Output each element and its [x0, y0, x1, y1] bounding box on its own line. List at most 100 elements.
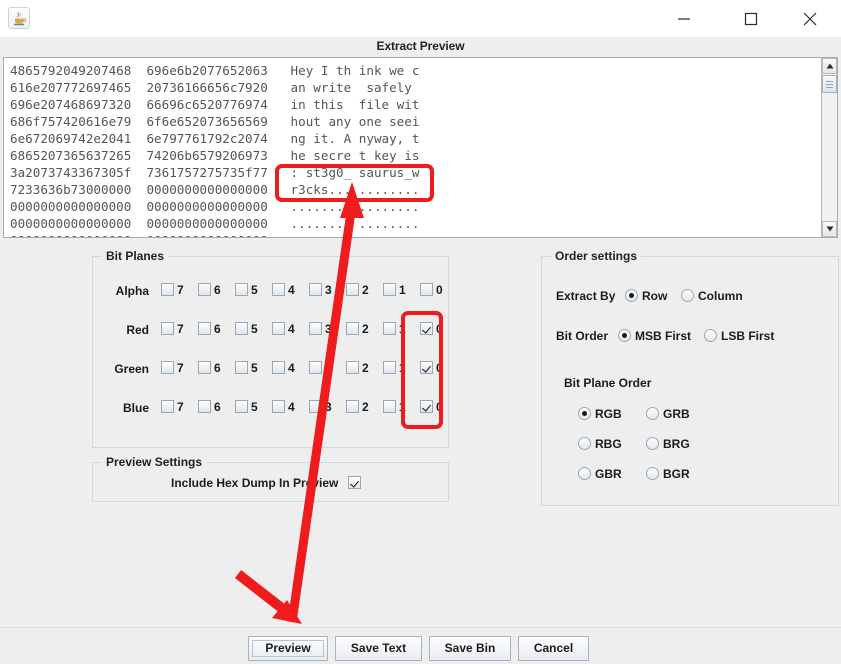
maximize-button[interactable]	[728, 0, 774, 37]
bit-plane-checkbox-blue-5[interactable]: 5	[235, 399, 258, 419]
checkbox-indicator	[235, 283, 248, 297]
checkbox-indicator	[420, 400, 433, 414]
bit-plane-checkbox-green-0[interactable]: 0	[420, 360, 443, 380]
bit-plane-checkbox-red-1[interactable]: 1	[383, 321, 406, 341]
bit-plane-checkbox-green-5[interactable]: 5	[235, 360, 258, 380]
bit-plane-checkbox-blue-1[interactable]: 1	[383, 399, 406, 419]
bit-index-label: 0	[436, 321, 443, 336]
scrollbar-thumb[interactable]	[822, 75, 837, 93]
bit-plane-checkbox-alpha-3[interactable]: 3	[309, 282, 332, 302]
bit-index-label: 4	[288, 282, 295, 297]
radio-extract-by-row[interactable]: Row	[625, 288, 667, 303]
bit-plane-checkbox-green-2[interactable]: 2	[346, 360, 369, 380]
bit-plane-checkbox-green-4[interactable]: 4	[272, 360, 295, 380]
bit-plane-checkbox-green-1[interactable]: 1	[383, 360, 406, 380]
bit-plane-checkbox-red-4[interactable]: 4	[272, 321, 295, 341]
bit-plane-checkbox-green-6[interactable]: 6	[198, 360, 221, 380]
checkbox-indicator	[198, 400, 211, 414]
hex-dump-line: 686f757420616e79 6f6e652073656569 hout a…	[10, 114, 420, 129]
bit-index-label: 6	[214, 360, 221, 375]
bit-plane-checkbox-blue-2[interactable]: 2	[346, 399, 369, 419]
minimize-button[interactable]	[661, 0, 707, 37]
bit-plane-checkbox-blue-4[interactable]: 4	[272, 399, 295, 419]
cancel-button[interactable]: Cancel	[518, 636, 589, 661]
radio-indicator	[625, 289, 638, 303]
preview-settings-panel: Preview Settings Include Hex Dump In Pre…	[92, 455, 449, 502]
radio-indicator	[578, 437, 591, 451]
radio-extract-by-column[interactable]: Column	[681, 288, 743, 303]
hex-dump-line: 4865792049207468 696e6b2077652063 Hey I …	[10, 63, 420, 78]
bit-plane-checkbox-blue-3[interactable]: 3	[309, 399, 332, 419]
checkbox-indicator	[235, 361, 248, 375]
checkbox-indicator	[309, 283, 322, 297]
checkbox-indicator	[420, 361, 433, 375]
bit-index-label: 5	[251, 360, 258, 375]
bit-plane-checkbox-red-7[interactable]: 7	[161, 321, 184, 341]
bit-plane-checkbox-red-6[interactable]: 6	[198, 321, 221, 341]
bit-plane-checkbox-alpha-2[interactable]: 2	[346, 282, 369, 302]
radio-indicator	[646, 437, 659, 451]
bit-index-label: 5	[251, 399, 258, 414]
radio-bit-plane-order-bgr[interactable]: BGR	[646, 466, 690, 481]
bit-plane-checkbox-alpha-0[interactable]: 0	[420, 282, 443, 302]
scroll-down-arrow-icon[interactable]	[822, 221, 837, 237]
bit-plane-checkbox-blue-7[interactable]: 7	[161, 399, 184, 419]
bit-plane-checkbox-alpha-4[interactable]: 4	[272, 282, 295, 302]
checkbox-indicator	[309, 322, 322, 336]
radio-bit-plane-order-grb[interactable]: GRB	[646, 406, 690, 421]
radio-bit-plane-order-rgb[interactable]: RGB	[578, 406, 622, 421]
bit-plane-order-label: Bit Plane Order	[564, 376, 652, 390]
hex-dump-line: 696e207468697320 66696c6520776974 in thi…	[10, 97, 420, 112]
bit-plane-checkbox-alpha-7[interactable]: 7	[161, 282, 184, 302]
include-hex-dump-checkbox[interactable]	[348, 476, 361, 489]
bit-index-label: 5	[251, 282, 258, 297]
checkbox-indicator	[272, 400, 285, 414]
bit-plane-checkbox-blue-0[interactable]: 0	[420, 399, 443, 419]
bit-plane-checkbox-blue-6[interactable]: 6	[198, 399, 221, 419]
focus-ring	[252, 640, 324, 657]
checkbox-indicator	[235, 322, 248, 336]
bit-plane-row-blue: Blue 7 6 5 4 3 2 1 0	[93, 399, 448, 419]
bit-index-label: 1	[399, 399, 406, 414]
page-title: Extract Preview	[0, 37, 841, 56]
bit-plane-channel-label: Green	[114, 362, 149, 376]
radio-indicator	[578, 407, 591, 421]
hex-dump-line: 7233636b73000000 0000000000000000 r3cks.…	[10, 182, 420, 197]
checkbox-indicator	[383, 400, 396, 414]
extract-preview-textarea[interactable]: 4865792049207468 696e6b2077652063 Hey I …	[3, 57, 838, 238]
bit-plane-row-green: Green 7 6 5 4 3 2 1 0	[93, 360, 448, 380]
radio-bit-order-msb-first[interactable]: MSB First	[618, 328, 691, 343]
checkbox-indicator	[383, 361, 396, 375]
bit-plane-checkbox-alpha-1[interactable]: 1	[383, 282, 406, 302]
preview-vertical-scrollbar[interactable]	[821, 58, 837, 237]
checkbox-indicator	[346, 322, 359, 336]
preview-button[interactable]: Preview	[248, 636, 328, 661]
extract-by-label: Extract By	[556, 289, 616, 303]
bit-plane-checkbox-red-2[interactable]: 2	[346, 321, 369, 341]
radio-bit-plane-order-rbg[interactable]: RBG	[578, 436, 622, 451]
bit-plane-checkbox-green-3[interactable]: 3	[309, 360, 332, 380]
close-button[interactable]	[787, 0, 833, 37]
radio-bit-plane-order-brg[interactable]: BRG	[646, 436, 690, 451]
save-bin-button[interactable]: Save Bin	[429, 636, 511, 661]
bit-plane-checkbox-red-5[interactable]: 5	[235, 321, 258, 341]
bit-plane-checkbox-red-0[interactable]: 0	[420, 321, 443, 341]
radio-bit-plane-order-gbr[interactable]: GBR	[578, 466, 622, 481]
bit-plane-channel-label: Red	[126, 323, 149, 337]
scrollbar-track[interactable]	[822, 74, 837, 221]
scroll-up-arrow-icon[interactable]	[822, 58, 837, 74]
bit-index-label: 0	[436, 399, 443, 414]
bit-plane-checkbox-red-3[interactable]: 3	[309, 321, 332, 341]
radio-bit-order-lsb-first[interactable]: LSB First	[704, 328, 774, 343]
checkbox-indicator	[198, 361, 211, 375]
bit-index-label: 7	[177, 282, 184, 297]
bit-plane-checkbox-green-7[interactable]: 7	[161, 360, 184, 380]
bit-planes-panel: Bit Planes Alpha 7 6 5 4 3 2 1 0 Red 7 6 5 4 3 2 1 0 Gre…	[92, 249, 449, 448]
bit-plane-checkbox-alpha-5[interactable]: 5	[235, 282, 258, 302]
save-text-button[interactable]: Save Text	[335, 636, 422, 661]
bit-plane-checkbox-alpha-6[interactable]: 6	[198, 282, 221, 302]
bit-index-label: 6	[214, 282, 221, 297]
bit-order-label: Bit Order	[556, 329, 609, 343]
bit-index-label: 3	[325, 399, 332, 414]
bit-index-label: 1	[399, 360, 406, 375]
